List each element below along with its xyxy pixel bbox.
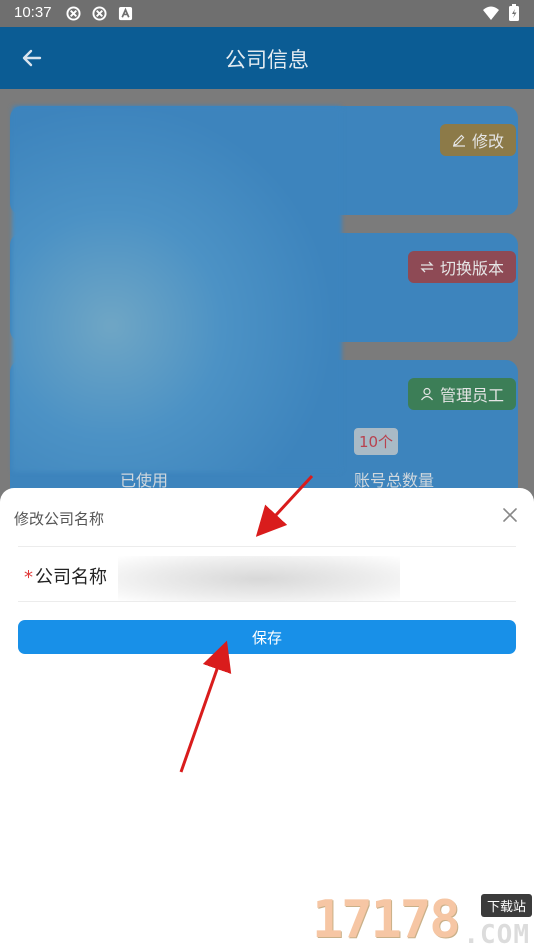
account-count-badge: 10个 bbox=[354, 428, 398, 455]
manage-staff-label: 管理员工 bbox=[439, 386, 504, 405]
manage-staff-button[interactable]: 管理员工 bbox=[407, 378, 516, 410]
switch-version-button[interactable]: 切换版本 bbox=[407, 251, 516, 283]
divider bbox=[18, 601, 516, 602]
app-notification-icon bbox=[66, 6, 81, 21]
swap-icon bbox=[420, 261, 434, 273]
watermark-number: 17178 bbox=[312, 890, 461, 950]
divider bbox=[18, 546, 516, 547]
watermark-tag: 下载站 bbox=[480, 894, 532, 917]
company-name-label: * 公司名称 bbox=[24, 563, 107, 589]
edit-label: 修改 bbox=[471, 132, 504, 151]
dialog-title: 修改公司名称 bbox=[14, 510, 105, 528]
watermark-domain: .COM bbox=[463, 920, 530, 950]
site-watermark: 17178 下载站 .COM bbox=[312, 890, 534, 950]
pencil-icon bbox=[452, 134, 465, 147]
company-name-label-text: 公司名称 bbox=[35, 567, 107, 588]
required-mark: * bbox=[24, 567, 33, 588]
a-notification-icon bbox=[118, 6, 133, 21]
battery-icon bbox=[509, 4, 519, 21]
app-bar: 公司信息 bbox=[0, 27, 534, 89]
app-notification-icon bbox=[92, 6, 107, 21]
redacted-company-details bbox=[12, 106, 342, 472]
edit-button[interactable]: 修改 bbox=[439, 124, 516, 156]
status-bar: 10:37 bbox=[0, 0, 534, 27]
page-title: 公司信息 bbox=[225, 48, 309, 72]
close-icon[interactable] bbox=[500, 505, 520, 525]
switch-version-label: 切换版本 bbox=[439, 259, 504, 278]
status-time: 10:37 bbox=[14, 4, 52, 21]
company-name-input[interactable] bbox=[118, 556, 400, 602]
save-button[interactable]: 保存 bbox=[18, 620, 516, 654]
user-icon bbox=[421, 387, 433, 401]
wifi-icon bbox=[483, 6, 499, 20]
